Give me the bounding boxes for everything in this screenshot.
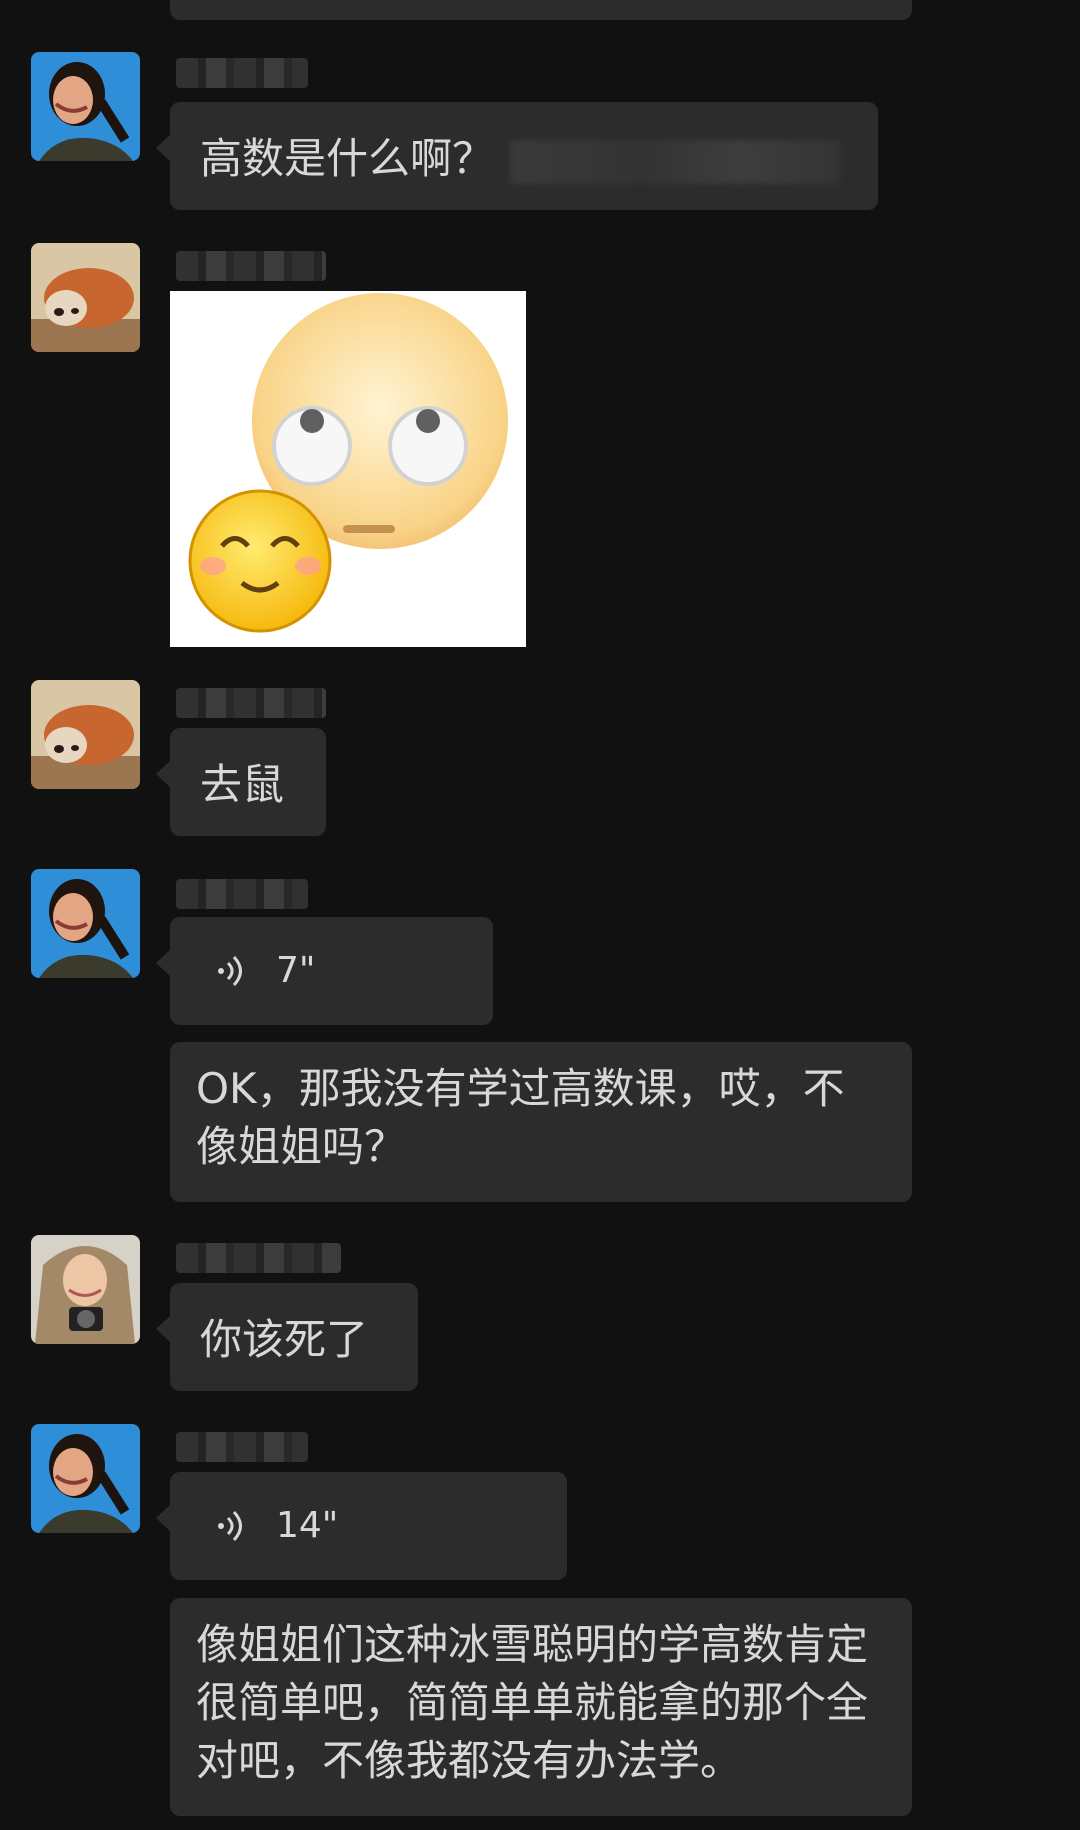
message-text: 你该死了: [200, 1315, 369, 1364]
blurred-text: [510, 139, 841, 184]
message-bubble[interactable]: OK，那我没有学过高数课，哎，不像姐姐吗？: [170, 1042, 912, 1202]
sender-name-blurred: [176, 879, 308, 909]
voice-message-bubble[interactable]: 14": [156, 1472, 567, 1580]
red-panda-avatar[interactable]: [31, 680, 140, 789]
sender-name-blurred: [176, 688, 326, 718]
sender-name-blurred: [176, 1243, 341, 1273]
girl-with-camera-avatar[interactable]: [31, 1235, 140, 1344]
voice-duration: 7": [276, 950, 316, 991]
red-panda-avatar[interactable]: [31, 243, 140, 352]
girl-laughing-avatar[interactable]: [31, 869, 140, 978]
message-text: OK，那我没有学过高数课，哎，不像姐姐吗？: [196, 1064, 845, 1171]
sender-name-blurred: [176, 58, 308, 88]
voice-duration: 14": [276, 1505, 339, 1546]
sender-name-blurred: [176, 251, 326, 281]
previous-message-bubble[interactable]: [170, 0, 912, 20]
chat-message-list: 高数是什么啊？ 去鼠 7" OK，那我没有学过高数课，哎，不像姐姐吗？ 你该死了…: [0, 0, 1080, 1830]
message-bubble[interactable]: 去鼠: [156, 728, 326, 836]
voice-wave-icon: [218, 1510, 242, 1542]
girl-laughing-avatar[interactable]: [31, 1424, 140, 1533]
voice-wave-icon: [218, 955, 242, 987]
message-text: 去鼠: [200, 760, 285, 809]
eye-roll-and-smiling-emoji-sticker[interactable]: [170, 291, 526, 647]
message-bubble[interactable]: 高数是什么啊？: [156, 102, 878, 210]
message-bubble[interactable]: 像姐姐们这种冰雪聪明的学高数肯定很简单吧，简简单单就能拿的那个全对吧，不像我都没…: [170, 1598, 912, 1816]
message-text: 像姐姐们这种冰雪聪明的学高数肯定很简单吧，简简单单就能拿的那个全对吧，不像我都没…: [196, 1620, 869, 1785]
voice-message-bubble[interactable]: 7": [156, 917, 493, 1025]
message-text: 高数是什么啊？: [200, 134, 495, 183]
message-bubble[interactable]: 你该死了: [156, 1283, 418, 1391]
girl-laughing-avatar[interactable]: [31, 52, 140, 161]
sender-name-blurred: [176, 1432, 308, 1462]
